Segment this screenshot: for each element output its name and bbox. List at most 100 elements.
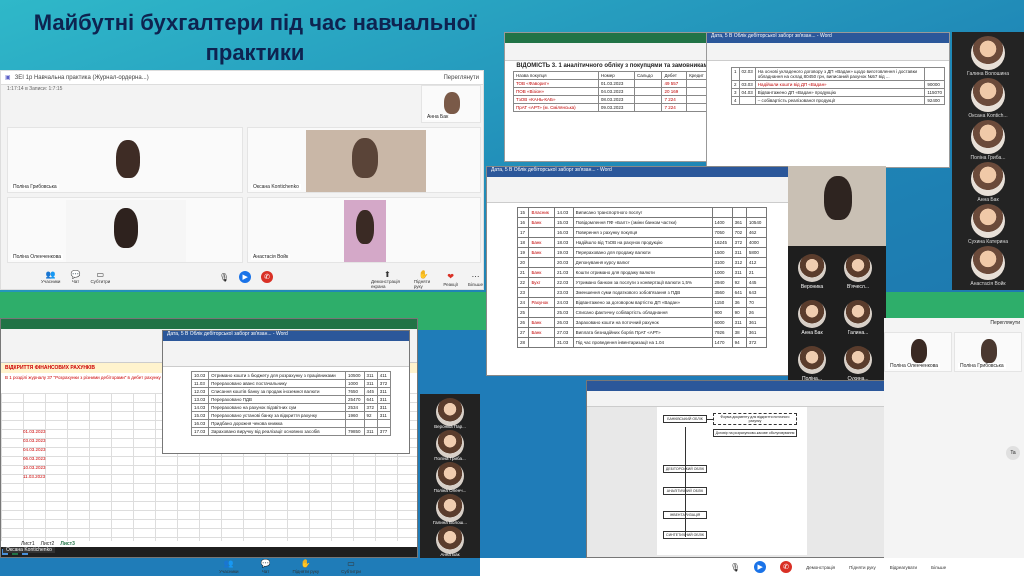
- table-cell: 24.03: [554, 297, 574, 308]
- video-tile[interactable]: Анна Бак: [421, 85, 481, 123]
- end-call-button[interactable]: ✆: [780, 561, 793, 573]
- participant-name: Поліна Гриба...: [434, 456, 466, 461]
- table-cell: Банк: [528, 237, 556, 248]
- table-row[interactable]: 13.03 Перераховано ПДВ 25470 641 311: [190, 395, 392, 404]
- table-cell: 445: [363, 387, 378, 396]
- table-row[interactable]: 24 Рахунок 24.03 Відвантажено за договором …: [516, 297, 768, 308]
- table-row[interactable]: 22 Бухг 22.03 Утримано банком за послуги з …: [516, 277, 768, 288]
- table-row[interactable]: 3 04.03 Відвантажено ДП «Вадан» продукцію 1…: [731, 88, 945, 97]
- video-tile[interactable]: Анастасія Войк: [247, 197, 481, 263]
- participant-avatar[interactable]: [971, 36, 1005, 70]
- raise-hand-control[interactable]: Підняти руку: [849, 565, 876, 570]
- participant-avatar[interactable]: [798, 300, 826, 328]
- table-row[interactable]: ПОВ «Візіон» 04.03.2023 20 169: [513, 87, 713, 96]
- chat-control[interactable]: 💬 Чат: [261, 559, 271, 574]
- table-row[interactable]: 18 Банк 18.03 Надійшло від ТзОВ на рахунок …: [516, 237, 768, 248]
- table-row[interactable]: 11.03 Перераховано аванс постачальнику 100…: [190, 379, 392, 388]
- table-row[interactable]: 20 20.03 Депонування курсу валют 3100 312 412: [516, 257, 768, 268]
- table-row[interactable]: 15.03 Перераховано установі банку за відк…: [190, 411, 392, 420]
- table-row[interactable]: 19 Банк 19.03 Перераховано для продажу валю…: [516, 247, 768, 258]
- participant-avatar[interactable]: [971, 246, 1005, 280]
- more-control[interactable]: Більше: [931, 565, 946, 570]
- table-row[interactable]: 21 Банк 21.03 Кошти отримано для продажу ва…: [516, 267, 768, 278]
- share-control[interactable]: Демонстрація: [806, 565, 835, 570]
- more-control[interactable]: ⋯ Більше: [468, 272, 483, 287]
- video-tile[interactable]: Поліна Грибовська: [7, 127, 243, 193]
- date-cell[interactable]: 11.03.2023: [23, 472, 46, 481]
- reactions-control[interactable]: Відреагувати: [890, 565, 917, 570]
- date-cell[interactable]: 03.03.2023: [23, 436, 46, 445]
- date-cell[interactable]: 04.03.2023: [23, 445, 46, 454]
- table-row[interactable]: 15 Власник 14.03 Виписано транспортного пос…: [516, 207, 768, 218]
- mic-off-icon[interactable]: 🎙: [219, 273, 229, 282]
- participant-avatar[interactable]: [844, 254, 872, 282]
- participant-avatar[interactable]: [436, 430, 464, 458]
- participant-avatar[interactable]: [971, 120, 1005, 154]
- participant-avatar[interactable]: [971, 78, 1005, 112]
- participants-button[interactable]: Переглянути: [443, 75, 479, 81]
- video-tile[interactable]: Оксана Kontichenko: [247, 127, 481, 193]
- presenter-video[interactable]: [788, 166, 886, 246]
- table-row[interactable]: 17.03 Зараховано виручку від реалізації о…: [190, 427, 392, 436]
- table-cell: 16.03: [190, 419, 210, 428]
- table-row[interactable]: 1 02.03 На основі укладеного договору з ДП…: [731, 67, 945, 81]
- word-journal-table: 15 Власник 14.03 Виписано транспортного пос…: [516, 207, 768, 348]
- share-control[interactable]: ⬆ Демонстрація екрана: [371, 269, 404, 290]
- date-cell[interactable]: 01.03.2023: [23, 427, 46, 436]
- reactions-control[interactable]: ❤ Реакції: [443, 272, 458, 287]
- table-row[interactable]: 16 Банк 15.03 Повідомлення ПФ «Балт» (зміни…: [516, 217, 768, 228]
- table-row[interactable]: ПрАТ «АРТ» (м. Смілянська) 09.03.2023 7 22…: [513, 103, 713, 112]
- table-row[interactable]: 28 31.03 Під час проведення інвентаризації…: [516, 337, 768, 348]
- participants-control[interactable]: 👥 Учасники: [219, 559, 238, 574]
- word-titlebar: Дата, 5 В Облік дебіторської заборг зв'я…: [487, 167, 789, 177]
- date-cell[interactable]: 06.03.2023: [23, 454, 46, 463]
- participant-avatar[interactable]: [436, 494, 464, 522]
- camera-button[interactable]: ▶: [239, 271, 252, 283]
- participants-control[interactable]: 👥 Учасники: [41, 269, 60, 285]
- video-tile[interactable]: Поліна Грибовська: [954, 332, 1022, 372]
- table-row[interactable]: 27 Банк 27.03 Виплата безнадійних боргів Пр…: [516, 327, 768, 338]
- table-row[interactable]: 12.03 Списання коштів банку за продаж іно…: [190, 387, 392, 396]
- ta-avatar[interactable]: Ta: [1006, 446, 1020, 460]
- table-row[interactable]: ТОВ «Фаворит» 01.03.2023 49 557: [513, 79, 713, 88]
- table-cell: 19.03: [554, 247, 574, 258]
- table-cell: 18: [516, 237, 530, 248]
- participant-avatar[interactable]: [844, 346, 872, 374]
- chat-control[interactable]: 💬 Чат: [70, 269, 80, 285]
- captions-control[interactable]: ▭ Субтитри: [341, 559, 361, 574]
- end-call-button[interactable]: ✆: [261, 271, 274, 283]
- participant-avatar[interactable]: [971, 162, 1005, 196]
- raise-hand-control[interactable]: ✋ Підняти руку: [293, 559, 320, 574]
- participant-avatar[interactable]: [436, 526, 464, 554]
- participant-avatar[interactable]: [798, 254, 826, 282]
- table-row[interactable]: 10.03 Отримано кошти з бюджету для розрах…: [190, 371, 392, 380]
- table-row[interactable]: 14.03 Перераховано на рахунок підзвітних …: [190, 403, 392, 412]
- table-cell: 15.03: [554, 217, 574, 228]
- table-row[interactable]: 4– собівартість реалізованої продукції 92…: [731, 96, 945, 105]
- participant-avatar[interactable]: [844, 300, 872, 328]
- table-cell: 38: [731, 327, 747, 338]
- participants-button[interactable]: Переглянути: [990, 320, 1020, 326]
- table-row[interactable]: 16.03 Придбано дорожня чекова книжка: [190, 419, 392, 428]
- date-column: 01.03.2023 03.03.2023 04.03.2023 06.03.2023…: [23, 427, 46, 481]
- table-row[interactable]: 26 Банк 26.03 Зараховано кошти на поточний …: [516, 317, 768, 328]
- participant-avatar[interactable]: [436, 462, 464, 490]
- participant-avatar[interactable]: [436, 398, 464, 426]
- table-row[interactable]: 17 16.03 Поверення з рахунку покупця 7050 70…: [516, 227, 768, 238]
- raise-hand-control[interactable]: ✋ Підняти руку: [414, 269, 434, 290]
- table-row[interactable]: 2 03.03 Надійшли кошти від ДП «Вадан» 90000: [731, 80, 945, 89]
- table-row[interactable]: 23 23.03 Зменшення суми податкового зобов'…: [516, 287, 768, 298]
- mic-off-icon[interactable]: 🎙: [730, 563, 740, 572]
- table-cell: 1150: [711, 297, 733, 308]
- participant-avatar[interactable]: [971, 204, 1005, 238]
- hand-icon: ✋: [418, 269, 429, 279]
- video-tile[interactable]: Поліна Оленченкова: [884, 332, 952, 372]
- word-window-small: Дата, 5 В Облік дебіторської заборг зв'я…: [162, 330, 410, 454]
- participant-avatar[interactable]: [798, 346, 826, 374]
- table-row[interactable]: 25 25.03 Списано фактичну собівартість обл…: [516, 307, 768, 318]
- camera-button[interactable]: ▶: [754, 561, 767, 573]
- video-tile[interactable]: Поліна Оленченкова: [7, 197, 243, 263]
- captions-control[interactable]: ▭ Субтитри: [90, 269, 110, 285]
- date-cell[interactable]: 10.03.2023: [23, 463, 46, 472]
- table-row[interactable]: ТзОВ «КАНЬ-КАБ» 08.03.2023 7 224: [513, 95, 713, 104]
